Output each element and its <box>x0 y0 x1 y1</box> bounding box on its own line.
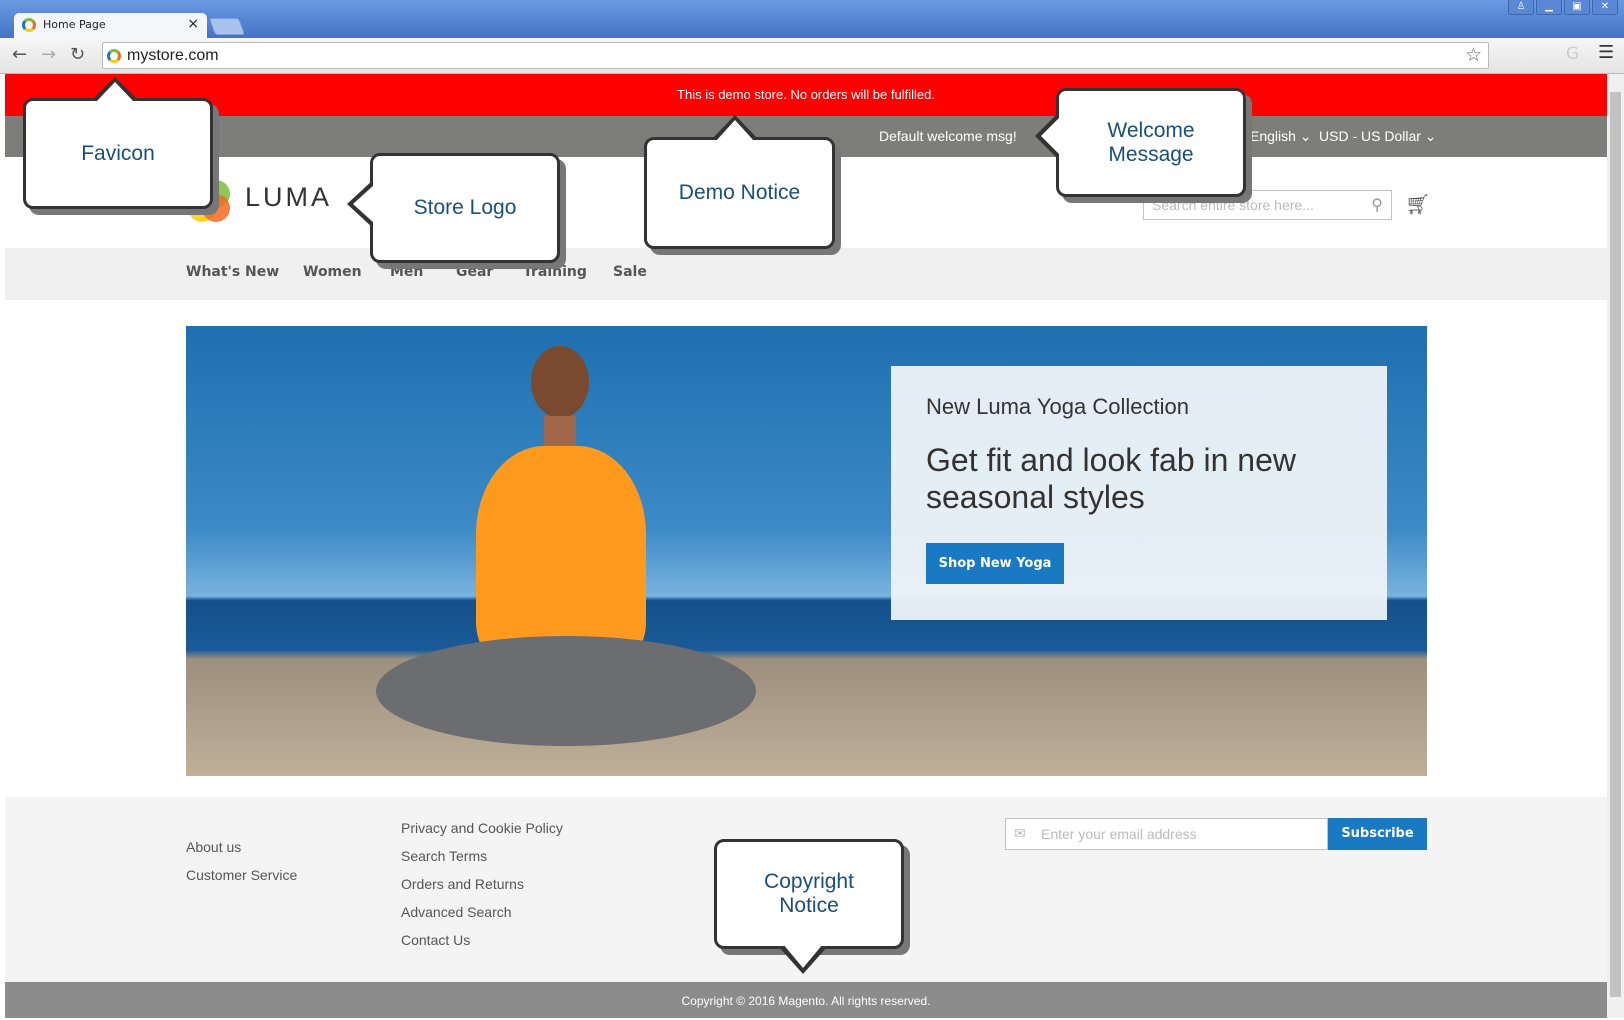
callout-label: Copyright <box>764 870 854 893</box>
nav-item-training[interactable]: Training <box>523 264 587 280</box>
email-placeholder: Enter your email address <box>1041 826 1197 842</box>
hero-subtitle: New Luma Yoga Collection <box>926 394 1189 419</box>
main-nav: What's New Women Men Gear Training Sale <box>5 248 1607 300</box>
menu-icon[interactable]: ☰ <box>1598 42 1614 63</box>
forward-icon[interactable]: → <box>41 44 56 65</box>
hero-text-panel: New Luma Yoga Collection Get fit and loo… <box>891 366 1387 620</box>
reload-icon[interactable]: ↻ <box>70 44 85 65</box>
demo-notice: This is demo store. No orders will be fu… <box>5 74 1607 116</box>
hero-title: seasonal styles <box>926 479 1145 515</box>
currency-label: USD - US Dollar <box>1319 128 1421 144</box>
callout-label: Demo Notice <box>678 181 801 204</box>
callout-pointer <box>96 82 134 102</box>
hero-figure-head <box>531 346 589 418</box>
browser-tab-bar: Home Page × ♙ ▁ ▣ ✕ <box>0 0 1624 38</box>
nav-item-gear[interactable]: Gear <box>456 264 493 280</box>
callout-pointer <box>783 944 823 968</box>
nav-item-men[interactable]: Men <box>390 264 423 280</box>
user-icon[interactable]: ♙ <box>1508 0 1534 15</box>
shop-new-yoga-button[interactable]: Shop New Yoga <box>926 543 1064 584</box>
browser-tab[interactable]: Home Page × <box>14 13 207 38</box>
nav-item-sale[interactable]: Sale <box>613 264 647 280</box>
scrollbar-thumb[interactable] <box>1610 92 1621 997</box>
callout-label: Message <box>1108 142 1194 166</box>
footer-link-orders-returns[interactable]: Orders and Returns <box>401 876 524 892</box>
callout-demo-notice: Demo Notice <box>644 137 835 249</box>
cart-icon[interactable]: 🛒︎ <box>1405 192 1430 216</box>
hero-figure-shirt <box>476 446 646 666</box>
footer-link-contact[interactable]: Contact Us <box>401 932 470 948</box>
copyright-notice: Copyright © 2016 Magento. All rights res… <box>5 982 1607 1018</box>
new-tab-button[interactable] <box>208 18 246 35</box>
callout-label: Welcome <box>1107 118 1195 142</box>
callout-pointer <box>716 120 754 141</box>
callout-label: Favicon <box>81 141 155 165</box>
callout-pointer <box>1041 117 1060 155</box>
browser-toolbar: ← → ↻ mystore.com ☆ G ☰ <box>0 38 1624 74</box>
search-icon[interactable]: ⚲ <box>1371 195 1383 215</box>
back-icon[interactable]: ← <box>12 44 27 65</box>
envelope-icon: ✉ <box>1014 825 1026 841</box>
callout-favicon: Favicon <box>23 98 213 209</box>
footer-link-search-terms[interactable]: Search Terms <box>401 848 487 864</box>
callout-label: Notice <box>779 894 839 917</box>
logo-text: LUMA <box>245 182 333 212</box>
footer-link-advanced-search[interactable]: Advanced Search <box>401 904 512 920</box>
url-text: mystore.com <box>127 47 219 64</box>
callout-pointer <box>353 185 374 223</box>
language-label: English <box>1250 128 1296 144</box>
favicon-icon <box>107 49 121 63</box>
tab-title: Home Page <box>43 18 106 31</box>
hero-figure-legs <box>376 636 756 746</box>
callout-label: Store Logo <box>413 196 517 219</box>
hero-banner[interactable]: New Luma Yoga Collection Get fit and loo… <box>186 326 1427 776</box>
maximize-icon[interactable]: ▣ <box>1564 0 1590 15</box>
extension-icon[interactable]: G <box>1566 44 1579 64</box>
nav-item-women[interactable]: Women <box>303 264 362 280</box>
address-bar[interactable]: mystore.com ☆ <box>102 42 1489 69</box>
favicon-icon <box>22 18 36 32</box>
nav-item-whats-new[interactable]: What's New <box>186 264 279 280</box>
search-placeholder: Search entire store here... <box>1152 197 1314 213</box>
callout-copyright-notice: Copyright Notice <box>714 839 904 949</box>
footer-link-customer-service[interactable]: Customer Service <box>186 867 297 883</box>
callout-store-logo: Store Logo <box>370 153 560 263</box>
newsletter-email-input[interactable]: ✉ Enter your email address <box>1005 818 1328 850</box>
hero-title: Get fit and look fab in new <box>926 442 1296 478</box>
window-controls: ♙ ▁ ▣ ✕ <box>1508 0 1618 15</box>
scrollbar[interactable] <box>1607 74 1624 1018</box>
currency-switcher[interactable]: USD - US Dollar ⌄ <box>1319 128 1437 145</box>
footer-link-about[interactable]: About us <box>186 839 241 855</box>
close-icon[interactable]: ✕ <box>1592 0 1618 15</box>
footer-link-privacy[interactable]: Privacy and Cookie Policy <box>401 820 563 836</box>
subscribe-button[interactable]: Subscribe <box>1328 818 1427 850</box>
minimize-icon[interactable]: ▁ <box>1536 0 1562 15</box>
bookmark-star-icon[interactable]: ☆ <box>1465 44 1482 67</box>
language-switcher[interactable]: English ⌄ <box>1250 128 1312 145</box>
welcome-message: Default welcome msg! <box>879 128 1017 144</box>
callout-welcome-message: Welcome Message <box>1056 88 1246 197</box>
tab-close-icon[interactable]: × <box>187 16 199 32</box>
